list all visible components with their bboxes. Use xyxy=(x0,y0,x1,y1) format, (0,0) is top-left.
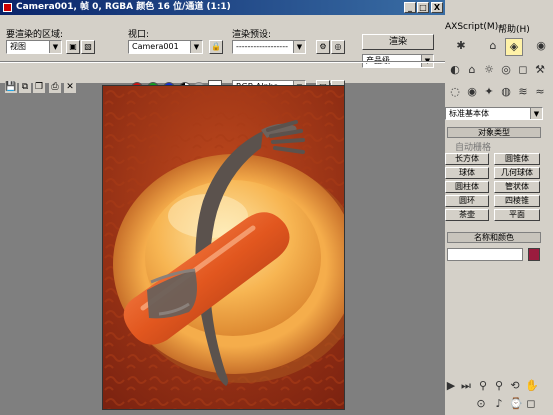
menu-maxscript[interactable]: AXScript(M) xyxy=(445,22,498,32)
chevron-down-icon: ▼ xyxy=(530,108,542,119)
chevron-down-icon: ▼ xyxy=(293,41,305,53)
app-icon xyxy=(3,3,12,12)
preset-value: ------------------ xyxy=(236,42,288,51)
geometry-icon[interactable]: ◐ xyxy=(447,62,463,78)
maximize-button[interactable]: □ xyxy=(417,2,429,13)
pan-icon[interactable]: ✋ xyxy=(525,378,539,394)
object-color-swatch[interactable] xyxy=(528,248,540,261)
auto-region-icon[interactable]: ▧ xyxy=(81,40,95,54)
lock-icon[interactable]: 🔒 xyxy=(209,40,223,54)
time-config-icon[interactable]: ⚲ xyxy=(477,378,489,394)
area-label: 要渲染的区域: xyxy=(6,30,64,40)
category-value: 标准基本体 xyxy=(449,109,489,118)
box-button[interactable]: 长方体 xyxy=(445,153,489,165)
rendered-image xyxy=(103,86,344,409)
sphere-button[interactable]: 球体 xyxy=(445,167,489,179)
clear-icon[interactable]: ✕ xyxy=(64,81,76,93)
area-value: 视图 xyxy=(10,42,26,51)
shapes-icon[interactable]: ⌂ xyxy=(464,62,480,78)
render-viewport xyxy=(102,85,345,410)
environment-icon[interactable]: ◎ xyxy=(331,40,345,54)
menu-help[interactable]: 帮助(H) xyxy=(498,22,530,35)
maximize-viewport-icon[interactable]: ◻ xyxy=(525,396,537,412)
systems-icon[interactable]: ◉ xyxy=(464,84,480,100)
rollout-object-type[interactable]: 对象类型 xyxy=(447,127,541,138)
rendered-frame-window: Camera001, 帧 0, RGBA 颜色 16 位/通道 (1:1) _ … xyxy=(0,0,446,415)
preset-label: 渲染预设: xyxy=(232,30,272,40)
helpers-icon[interactable]: ◻ xyxy=(515,62,531,78)
geosphere-button[interactable]: 几何球体 xyxy=(494,167,540,179)
render-setup-icon[interactable]: ⚙ xyxy=(316,40,330,54)
viewport-dropdown[interactable]: Camera001 ▼ xyxy=(128,40,203,54)
pyramid-button[interactable]: 四棱锥 xyxy=(494,195,540,207)
minimize-button[interactable]: _ xyxy=(404,2,416,13)
fov-icon[interactable]: ⊙ xyxy=(475,396,487,412)
rollout-name-color[interactable]: 名称和颜色 xyxy=(447,232,541,243)
chevron-down-icon: ▼ xyxy=(49,41,61,53)
clone-icon[interactable]: ❐ xyxy=(33,81,45,93)
autogrid-checkbox[interactable]: 自动栅格 xyxy=(455,140,491,153)
object-name-field[interactable] xyxy=(447,248,523,261)
modify-tab-icon[interactable]: ⌂ xyxy=(485,38,501,54)
preset-dropdown[interactable]: ------------------ ▼ xyxy=(232,40,306,54)
copy-icon[interactable]: ⧉ xyxy=(19,81,31,93)
utilities-icon[interactable]: ≋ xyxy=(515,84,531,100)
chevron-down-icon: ▼ xyxy=(190,41,202,53)
walk-icon[interactable]: ♪ xyxy=(493,396,505,412)
teapot-button[interactable]: 茶壶 xyxy=(445,209,489,221)
hammer-icon[interactable]: ⚒ xyxy=(532,62,548,78)
render-settings-panel: 要渲染的区域: 视图 ▼ ▣ ▧ 视口: Camera001 ▼ 🔒 渲染预设:… xyxy=(0,15,445,83)
edit-region-icon[interactable]: ▣ xyxy=(66,40,80,54)
title-bar[interactable]: Camera001, 帧 0, RGBA 颜色 16 位/通道 (1:1) _ … xyxy=(0,0,445,15)
lights-icon[interactable]: ☼ xyxy=(481,62,497,78)
viewport-value: Camera001 xyxy=(132,42,179,51)
category-dropdown[interactable]: 标准基本体 ▼ xyxy=(445,107,543,120)
save-icon[interactable]: 💾 xyxy=(5,81,17,93)
area-dropdown[interactable]: 视图 ▼ xyxy=(6,40,62,54)
torus-button[interactable]: 圆环 xyxy=(445,195,489,207)
create-tab-icon[interactable]: ✱ xyxy=(453,38,469,54)
toolbar-divider xyxy=(0,61,445,63)
command-panel: AXScript(M) 帮助(H) ✱ ⌂ ◈ ◉ ◐ ⌂ ☼ ◎ ◻ ⚒ ◌ … xyxy=(445,0,553,415)
tube-button[interactable]: 管状体 xyxy=(494,181,540,193)
next-frame-icon[interactable]: ⏭ xyxy=(459,378,473,394)
close-button[interactable]: X xyxy=(431,2,443,13)
cone-button[interactable]: 圆锥体 xyxy=(494,153,540,165)
play-icon[interactable]: ▶ xyxy=(445,378,457,394)
viewport-label: 视口: xyxy=(128,30,150,40)
plane-button[interactable]: 平面 xyxy=(494,209,540,221)
window-title: Camera001, 帧 0, RGBA 颜色 16 位/通道 (1:1) xyxy=(16,2,231,12)
print-icon[interactable]: ⎙ xyxy=(49,81,61,93)
spacewarp-icon[interactable]: ◌ xyxy=(447,84,463,100)
cylinder-button[interactable]: 圆柱体 xyxy=(445,181,489,193)
orbit-icon[interactable]: ⟲ xyxy=(509,378,521,394)
motion-tab-icon[interactable]: ◉ xyxy=(533,38,549,54)
particles-icon[interactable]: ✦ xyxy=(481,84,497,100)
render-button[interactable]: 渲染 xyxy=(362,34,434,50)
cameras-icon[interactable]: ◎ xyxy=(498,62,514,78)
wave-icon[interactable]: ≈ xyxy=(532,84,548,100)
dolly-icon[interactable]: ⌚ xyxy=(509,396,523,412)
hierarchy-tab-icon[interactable]: ◈ xyxy=(505,38,523,56)
zoom-icon[interactable]: ⚲ xyxy=(493,378,505,394)
display-icon[interactable]: ◍ xyxy=(498,84,514,100)
